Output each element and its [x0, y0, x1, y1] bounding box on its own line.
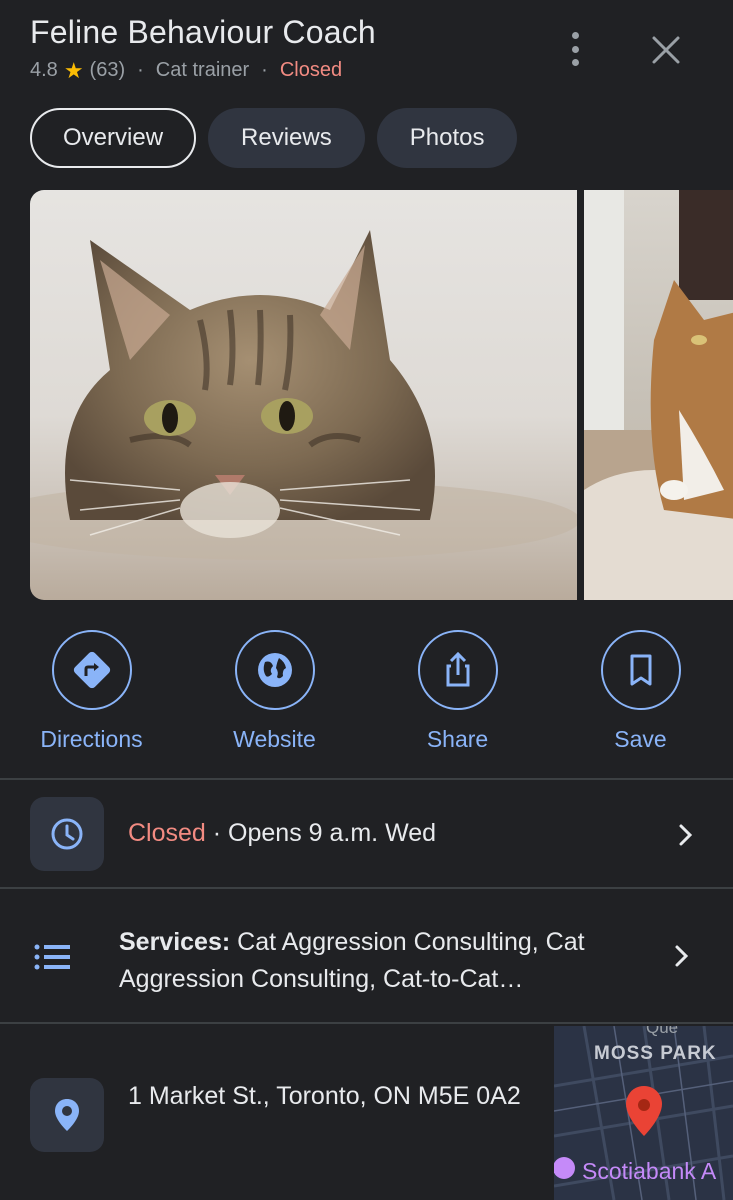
star-icon: ★ [63, 57, 84, 83]
action-bar: Directions Website Share Save [0, 630, 733, 760]
chevron-right-icon[interactable] [678, 823, 694, 847]
clock-icon [30, 797, 104, 871]
save-button[interactable]: Save [549, 630, 732, 753]
directions-icon[interactable] [51, 630, 132, 710]
directions-button[interactable]: Directions [0, 630, 183, 753]
dot-separator: · [261, 59, 268, 81]
place-subline: 4.8 ★ (63) · Cat trainer · Closed [30, 59, 733, 82]
tabby-cat-photo[interactable] [30, 190, 577, 600]
divider [0, 1022, 733, 1024]
chevron-right-icon[interactable] [674, 944, 690, 968]
status-badge: Closed [279, 59, 343, 81]
tab-photos[interactable]: Photos [376, 108, 518, 168]
map-thumbnail[interactable]: Que MOSS PARK Scotiabank A [554, 1026, 733, 1200]
website-button[interactable]: Website [183, 630, 366, 753]
tab-bar: Overview Reviews Photos [30, 108, 518, 168]
save-label: Save [614, 726, 667, 752]
bookmark-icon[interactable] [600, 630, 681, 710]
services-label: Services: [119, 928, 231, 956]
tab-reviews[interactable]: Reviews [208, 108, 365, 168]
map-area-label: MOSS PARK [594, 1043, 717, 1064]
review-count: (63) [89, 59, 126, 81]
services-text: Services: Cat Aggression Consulting, Cat… [119, 924, 639, 998]
divider [0, 887, 733, 889]
hours-detail: · Opens 9 a.m. Wed [205, 819, 437, 847]
dot-separator: · [137, 59, 144, 81]
place-title: Feline Behaviour Coach [30, 14, 376, 50]
calico-cat-photo[interactable] [584, 190, 733, 600]
map-street-label: Que [646, 1026, 679, 1037]
services-row[interactable]: Services: Cat Aggression Consulting, Cat… [0, 920, 733, 1000]
address-row[interactable]: 1 Market St., Toronto, ON M5E 0A2 Que MO… [0, 1026, 733, 1200]
place-header: Feline Behaviour Coach 4.8 ★ (63) · Cat … [30, 14, 733, 94]
tab-overview[interactable]: Overview [30, 108, 197, 168]
globe-icon[interactable] [234, 630, 315, 710]
address-text: 1 Market St., Toronto, ON M5E 0A2 [128, 1082, 521, 1110]
share-icon[interactable] [417, 630, 498, 710]
photo-carousel[interactable] [30, 190, 733, 600]
map-poi-label: Scotiabank A [582, 1158, 717, 1184]
hours-status: Closed [128, 819, 206, 847]
share-label: Share [426, 726, 489, 752]
more-options-icon[interactable] [560, 32, 590, 66]
divider [0, 778, 733, 780]
share-button[interactable]: Share [366, 630, 549, 753]
website-label: Website [233, 726, 316, 752]
close-icon[interactable] [648, 32, 684, 68]
hours-row[interactable]: Closed · Opens 9 a.m. Wed [0, 797, 733, 871]
category-label: Cat trainer [155, 59, 250, 81]
directions-label: Directions [40, 726, 143, 752]
hours-text: Closed · Opens 9 a.m. Wed [128, 819, 436, 848]
location-pin-icon [30, 1078, 104, 1152]
list-icon [34, 944, 70, 970]
rating-value: 4.8 [30, 59, 58, 81]
